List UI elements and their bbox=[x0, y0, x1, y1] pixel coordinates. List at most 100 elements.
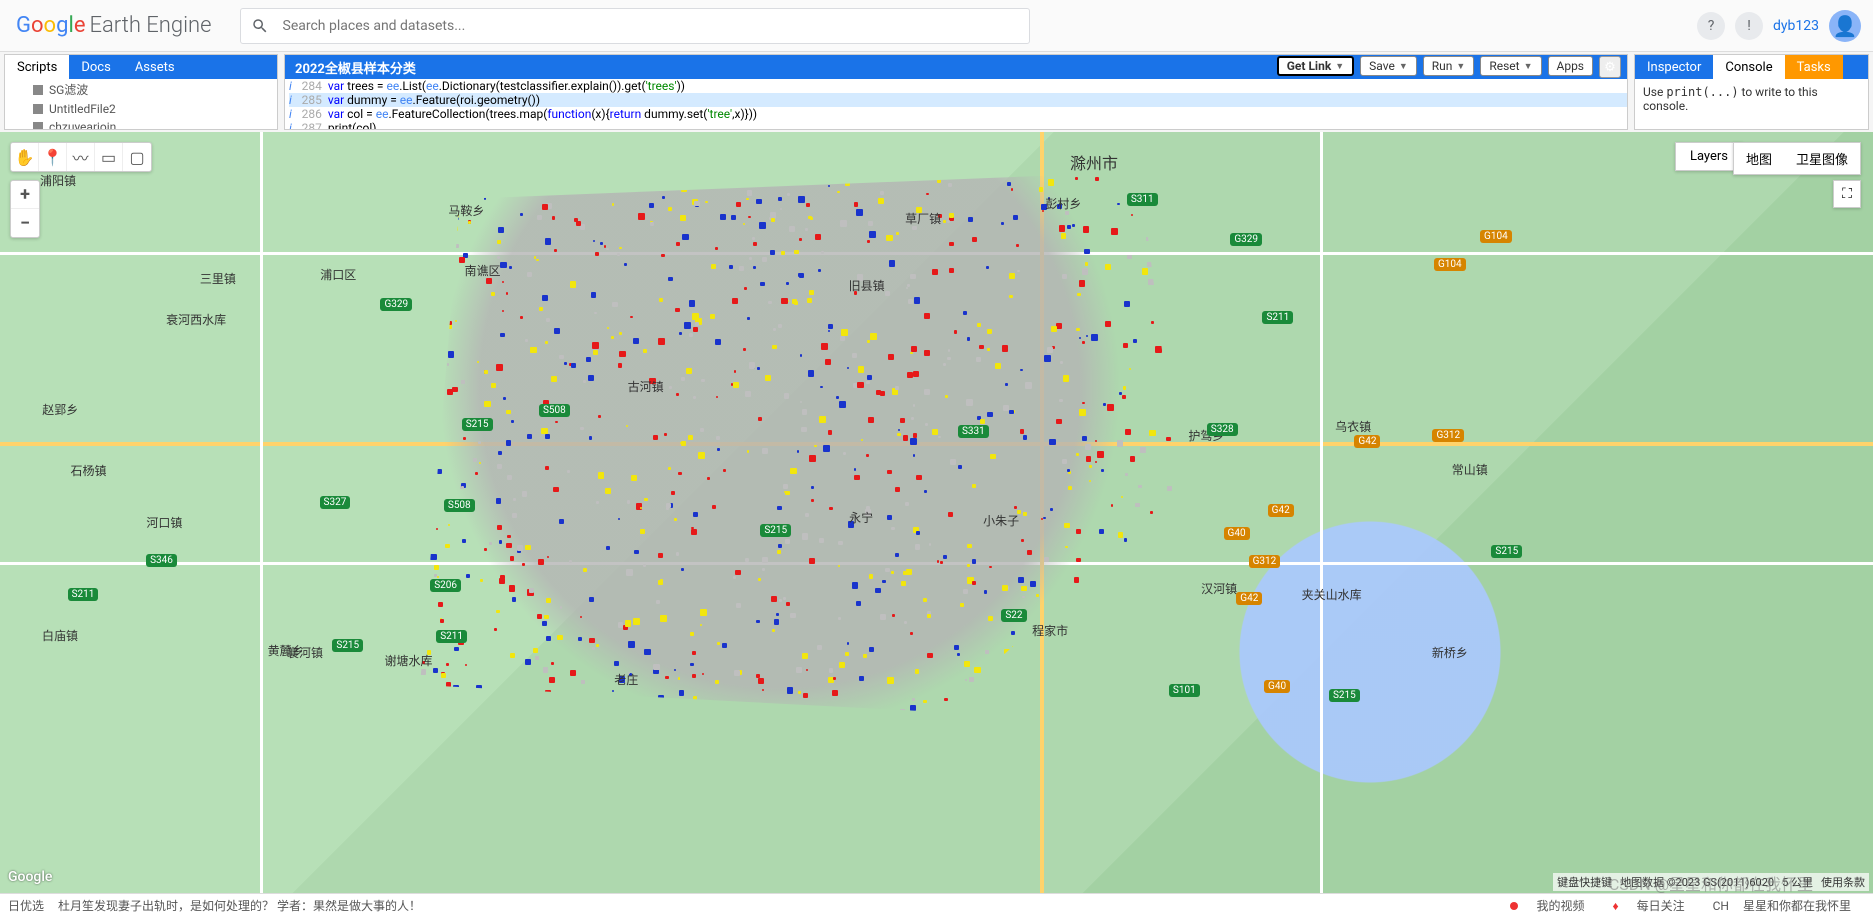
list-item[interactable]: SG滤波 bbox=[5, 79, 277, 100]
route-badge: S215 bbox=[1491, 545, 1522, 558]
search-input[interactable] bbox=[283, 18, 1019, 34]
route-badge: S211 bbox=[436, 630, 467, 643]
terms-link[interactable]: 使用条款 bbox=[1821, 874, 1865, 890]
save-button[interactable]: Save▼ bbox=[1360, 56, 1417, 76]
product-name: Earth Engine bbox=[89, 13, 211, 38]
chevron-down-icon: ▼ bbox=[1399, 61, 1408, 72]
right-tabbar: Inspector Console Tasks bbox=[1635, 55, 1868, 79]
city-label: 滁州市 bbox=[1070, 150, 1118, 174]
tab-assets[interactable]: Assets bbox=[123, 55, 187, 79]
route-badge: S206 bbox=[430, 579, 461, 592]
route-badge: S311 bbox=[1127, 193, 1158, 206]
tab-tasks[interactable]: Tasks bbox=[1785, 55, 1843, 79]
town-label: 浦阳镇 bbox=[40, 172, 76, 189]
marker-tool[interactable]: 📍 bbox=[39, 143, 67, 171]
route-badge: G40 bbox=[1264, 680, 1290, 693]
route-badge: S211 bbox=[68, 588, 99, 601]
code-editor[interactable]: i284var trees = ee.List(ee.Dictionary(te… bbox=[285, 79, 1627, 129]
town-label: 夹关山水库 bbox=[1302, 586, 1362, 603]
chevron-down-icon: ▼ bbox=[1524, 61, 1533, 72]
scale-bar: 5 公里 bbox=[1782, 874, 1813, 890]
editor-toolbar: 2022全椒县样本分类 Get Link▼ Save▼ Run▼ Reset▼ … bbox=[285, 55, 1627, 79]
file-icon bbox=[33, 85, 43, 95]
town-label: 赵郢乡 bbox=[42, 401, 78, 418]
route-badge: S508 bbox=[444, 499, 475, 512]
rect-tool[interactable]: ▢ bbox=[123, 143, 151, 171]
map-attribution: 键盘快捷键 地图数据 ©2023 GS(2011)6020 5 公里 使用条款 bbox=[1553, 873, 1869, 891]
help-icon[interactable]: ? bbox=[1697, 12, 1725, 40]
route-badge: G42 bbox=[1268, 504, 1294, 517]
search-box[interactable] bbox=[240, 8, 1030, 44]
footer-follow[interactable]: ♦每日关注 bbox=[1612, 897, 1698, 914]
maptype-satellite[interactable]: 卫星图像 bbox=[1784, 143, 1860, 174]
get-link-button[interactable]: Get Link▼ bbox=[1277, 56, 1354, 76]
avatar[interactable]: 👤 bbox=[1829, 10, 1861, 42]
console-message: Use print(...) to write to this console. bbox=[1635, 79, 1868, 129]
editor-panel: 2022全椒县样本分类 Get Link▼ Save▼ Run▼ Reset▼ … bbox=[284, 54, 1628, 130]
town-label: 常山镇 bbox=[1452, 461, 1488, 478]
tab-inspector[interactable]: Inspector bbox=[1635, 55, 1713, 79]
file-icon bbox=[33, 122, 43, 129]
apps-button[interactable]: Apps bbox=[1548, 56, 1594, 76]
route-badge: G329 bbox=[380, 298, 412, 311]
zoom-in-button[interactable]: + bbox=[11, 181, 39, 209]
footer-vid[interactable]: 我的视频 bbox=[1510, 897, 1598, 914]
town-label: 新桥乡 bbox=[1432, 644, 1468, 661]
town-label: 衰河西水库 bbox=[166, 311, 226, 328]
map-view[interactable]: 浦阳镇程家市草厂镇常山镇马鞍乡南谯区汉河镇乌衣镇护驾乡石杨镇新桥乡旧县镇黄麓乡白… bbox=[0, 132, 1873, 893]
route-badge: S327 bbox=[320, 496, 351, 509]
route-badge: S215 bbox=[332, 639, 363, 652]
google-logo: Google bbox=[16, 13, 85, 38]
list-item[interactable]: UntitledFile2 bbox=[5, 100, 277, 118]
console-panel: Inspector Console Tasks Use print(...) t… bbox=[1634, 54, 1869, 130]
tab-console[interactable]: Console bbox=[1713, 55, 1784, 79]
zoom-out-button[interactable]: − bbox=[11, 209, 39, 237]
route-badge: S346 bbox=[146, 554, 177, 567]
username-link[interactable]: dyb123 bbox=[1773, 18, 1819, 34]
feedback-icon[interactable]: ! bbox=[1735, 12, 1763, 40]
script-list: SG滤波 UntitledFile2 chzuyearjoin l8classi… bbox=[5, 79, 277, 129]
route-badge: G42 bbox=[1236, 592, 1262, 605]
route-badge: S211 bbox=[1262, 311, 1293, 324]
script-title: 2022全椒县样本分类 bbox=[285, 58, 426, 77]
route-badge: S328 bbox=[1207, 423, 1238, 436]
reset-button[interactable]: Reset▼ bbox=[1480, 56, 1541, 76]
town-label: 老庄 bbox=[614, 671, 638, 688]
fullscreen-button[interactable]: ⛶ bbox=[1833, 180, 1861, 208]
list-item[interactable]: chzuyearjoin bbox=[5, 118, 277, 129]
route-badge: S331 bbox=[958, 425, 989, 438]
footer-ch[interactable]: CH bbox=[1713, 899, 1729, 913]
footer-headline[interactable]: 杜月笙发现妻子出轨时，是如何处理的？ 学者：果然是做大事的人！ bbox=[58, 897, 421, 914]
tab-docs[interactable]: Docs bbox=[69, 55, 122, 79]
route-badge: G42 bbox=[1354, 435, 1380, 448]
route-badge: S215 bbox=[760, 524, 791, 537]
town-label: 襄河镇 bbox=[287, 644, 323, 661]
footer-sig: 星星和你都在我怀里 bbox=[1743, 897, 1851, 914]
maptype-map[interactable]: 地图 bbox=[1734, 143, 1784, 174]
town-label: 浦口区 bbox=[320, 266, 356, 283]
route-badge: G329 bbox=[1230, 233, 1262, 246]
town-label: 小朱子 bbox=[983, 512, 1019, 529]
gear-icon[interactable]: ⚙ bbox=[1599, 56, 1621, 78]
tab-scripts[interactable]: Scripts bbox=[5, 55, 69, 79]
google-map-logo: Google bbox=[8, 869, 52, 885]
line-tool[interactable]: 〰 bbox=[67, 143, 95, 171]
town-label: 彭村乡 bbox=[1045, 195, 1081, 212]
run-button[interactable]: Run▼ bbox=[1423, 56, 1475, 76]
town-label: 草厂镇 bbox=[905, 210, 941, 227]
footer-left1[interactable]: 日优选 bbox=[8, 897, 44, 914]
route-badge: G312 bbox=[1432, 429, 1464, 442]
route-badge: S508 bbox=[539, 404, 570, 417]
app-header: Google Earth Engine ? ! dyb123 👤 bbox=[0, 0, 1873, 52]
route-badge: G312 bbox=[1249, 555, 1281, 568]
map-data: 地图数据 ©2023 GS(2011)6020 bbox=[1620, 874, 1774, 890]
shortcuts-link[interactable]: 键盘快捷键 bbox=[1557, 874, 1612, 890]
file-icon bbox=[33, 104, 43, 114]
route-badge: S215 bbox=[1329, 689, 1360, 702]
town-label: 乌衣镇 bbox=[1335, 418, 1371, 435]
shape-tool[interactable]: ▭ bbox=[95, 143, 123, 171]
town-label: 谢塘水库 bbox=[385, 652, 433, 669]
town-label: 程家市 bbox=[1032, 622, 1068, 639]
town-label: 河口镇 bbox=[146, 514, 182, 531]
pan-tool[interactable]: ✋ bbox=[11, 143, 39, 171]
